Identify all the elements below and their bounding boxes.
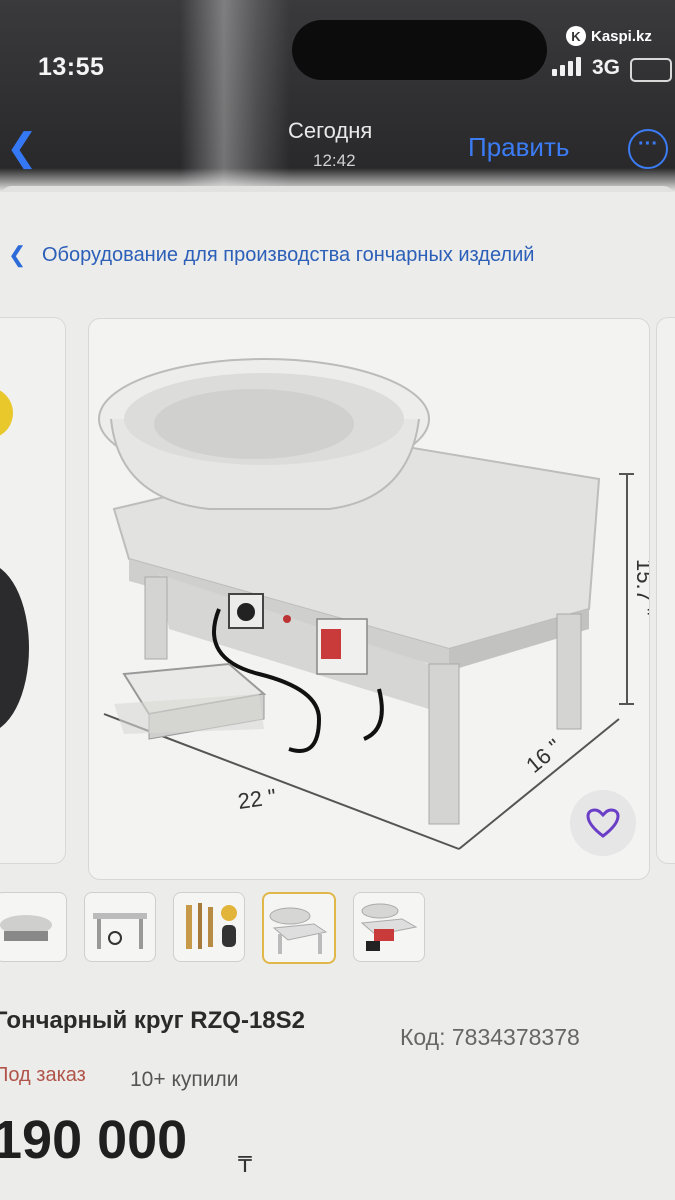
product-code: Код: 7834378378 [400, 1024, 580, 1050]
thumbnail-strip [0, 892, 425, 964]
kaspi-watermark: K Kaspi.kz [566, 26, 652, 46]
thumbnail[interactable] [84, 892, 156, 962]
height-label: 15.7 " [632, 559, 649, 616]
pottery-wheel-image: 15.7 " 22 " 16 " [98, 358, 649, 850]
nav-title: Сегодня [288, 118, 373, 143]
status-bar: 13:55 K Kaspi.kz 3G [0, 0, 675, 100]
screenshot-content: ❮ Оборудование для производства гончарны… [0, 192, 675, 1200]
more-options-icon[interactable]: ··· [628, 129, 668, 169]
signal-icon [552, 57, 581, 76]
network-type: 3G [592, 56, 621, 79]
edit-button[interactable]: Править [468, 132, 569, 163]
thumbnail[interactable] [353, 892, 425, 962]
thumbnail[interactable] [173, 892, 245, 962]
phone-frame: 13:55 K Kaspi.kz 3G ❮ Сегодня 12:42 Прав… [0, 0, 675, 1200]
breadcrumb-back-icon[interactable]: ❮ [8, 242, 26, 268]
width-label: 22 " [236, 784, 278, 814]
depth-label: 16 " [521, 734, 566, 778]
dynamic-island [292, 20, 547, 80]
thumbnail[interactable] [0, 892, 67, 962]
kaspi-logo-icon: K [566, 26, 586, 46]
purchase-count: 10+ купили [130, 1068, 239, 1091]
battery-icon [630, 58, 672, 82]
nav-subtitle: 12:42 [313, 151, 356, 170]
status-time: 13:55 [38, 53, 105, 81]
back-chevron-icon[interactable]: ❮ [6, 125, 38, 170]
prev-image-card[interactable] [0, 317, 66, 864]
product-name: Гончарный круг RZQ-18S2 [0, 1007, 305, 1034]
availability-status: Под заказ [0, 1064, 86, 1086]
breadcrumb[interactable]: Оборудование для производства гончарных … [42, 244, 534, 267]
thumbnail-selected[interactable] [262, 892, 336, 964]
product-price: 190 000 [0, 1110, 188, 1170]
currency-symbol: ₸ [238, 1152, 252, 1177]
favorite-heart-icon[interactable] [570, 790, 636, 856]
product-image-card[interactable]: 15.7 " 22 " 16 " [88, 318, 650, 880]
watermark-text: Kaspi.kz [591, 27, 652, 45]
next-image-card[interactable] [656, 317, 675, 864]
